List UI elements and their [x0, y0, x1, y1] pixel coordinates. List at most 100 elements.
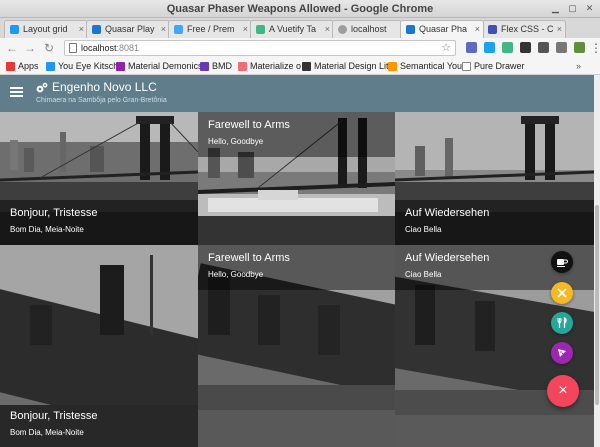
window-controls: ▁ ▢ ✕	[549, 2, 596, 15]
scrollbar-thumb[interactable]	[595, 205, 599, 405]
browser-toolbar: ← → ↻ localhost:8081 ☆ ⋮	[0, 38, 600, 58]
extension-vuetify-icon[interactable]	[466, 42, 477, 53]
apps-icon	[6, 62, 15, 71]
card-caption: Farewell to Arms Hello, Goodbye	[198, 245, 395, 290]
fab-action-utensils[interactable]	[551, 282, 573, 304]
card-auf-wiedersehen[interactable]: Auf Wiedersehen Ciao Bella	[395, 112, 594, 245]
bookmark-bmd[interactable]: BMD	[198, 60, 232, 73]
extension-icon[interactable]	[574, 42, 585, 53]
tab-close-icon[interactable]: ×	[325, 21, 330, 38]
tab-favicon-icon	[10, 25, 19, 34]
coffee-icon	[557, 259, 568, 267]
bookmark-material-design-lite[interactable]: Material Design Lite	[300, 60, 394, 73]
menu-icon[interactable]	[10, 87, 23, 97]
tab-localhost[interactable]: localhost	[332, 20, 402, 38]
back-icon[interactable]: ←	[6, 41, 18, 55]
extension-icon[interactable]	[556, 42, 567, 53]
tab-quasar-phaser[interactable]: Quasar Pha ×	[400, 20, 484, 38]
card-caption: Farewell to Arms Hello, Goodbye	[198, 112, 395, 157]
window-titlebar: Quasar Phaser Weapons Allowed - Google C…	[0, 0, 600, 18]
card-subtitle: Hello, Goodbye	[208, 137, 264, 146]
card-title: Bonjour, Tristesse	[10, 207, 98, 219]
tab-flex-css[interactable]: Flex CSS - C ×	[482, 20, 566, 38]
address-port: :8081	[116, 43, 140, 53]
tab-close-icon[interactable]: ×	[79, 21, 84, 38]
extension-icon[interactable]	[520, 42, 531, 53]
card-caption: Bonjour, Tristesse Bom Dia, Meia-Noite	[0, 405, 198, 447]
tab-label: A Vuetify Ta	[269, 24, 317, 34]
bookmark-pure-drawer[interactable]: Pure Drawer	[460, 60, 525, 73]
tab-label: Flex CSS - C	[501, 24, 554, 34]
extension-twitter-icon[interactable]	[484, 42, 495, 53]
window-title: Quasar Phaser Weapons Allowed - Google C…	[166, 3, 434, 15]
tab-favicon-icon	[338, 25, 347, 34]
tab-quasar-play[interactable]: Quasar Play ×	[86, 20, 170, 38]
bookmark-icon	[116, 62, 125, 71]
bookmark-icon	[302, 62, 311, 71]
tab-vuetify[interactable]: A Vuetify Ta ×	[250, 20, 334, 38]
tab-favicon-icon	[406, 25, 415, 34]
card-subtitle: Ciao Bella	[405, 225, 442, 234]
bookmark-star-icon[interactable]: ☆	[441, 41, 451, 55]
card-title: Bonjour, Tristesse	[10, 410, 98, 422]
fab-action-restaurant[interactable]	[551, 312, 573, 334]
bookmark-material-demonics[interactable]: Material Demonics	[114, 60, 203, 73]
tab-close-icon[interactable]: ×	[557, 21, 562, 38]
fab-action-coffee[interactable]	[551, 251, 573, 273]
bookmark-semantical-you[interactable]: Semantical You	[386, 60, 462, 73]
app-title: Engenho Novo LLC	[52, 80, 157, 94]
close-window-icon[interactable]: ✕	[583, 2, 596, 15]
tab-label: Layout grid	[23, 24, 68, 34]
page-info-icon[interactable]	[69, 43, 77, 53]
app-subtitle: Chimaera na Sambôja pelo Gran-Bretônia	[36, 97, 167, 104]
maximize-icon[interactable]: ▢	[566, 2, 579, 15]
fab-action-pizza[interactable]	[551, 342, 573, 364]
tab-strip: Layout grid × Quasar Play × Free / Prem …	[0, 18, 600, 38]
card-farewell-to-arms[interactable]: Farewell to Arms Hello, Goodbye	[198, 245, 395, 447]
tab-free-prem[interactable]: Free / Prem ×	[168, 20, 252, 38]
card-bonjour-tristesse[interactable]: Bonjour, Tristesse Bom Dia, Meia-Noite	[0, 245, 198, 447]
tab-favicon-icon	[256, 25, 265, 34]
page-viewport: Engenho Novo LLC Chimaera na Sambôja pel…	[0, 75, 594, 447]
card-subtitle: Bom Dia, Meia-Noite	[10, 225, 84, 234]
bookmark-you-eye-kitsch[interactable]: You Eye Kitsch	[44, 60, 118, 73]
page-icon	[462, 62, 471, 71]
tab-label: Free / Prem	[187, 24, 235, 34]
close-icon: ×	[558, 382, 568, 399]
card-title: Auf Wiedersehen	[405, 207, 490, 219]
tab-favicon-icon	[488, 25, 497, 34]
minimize-icon[interactable]: ▁	[549, 2, 562, 15]
tab-layout-grid[interactable]: Layout grid ×	[4, 20, 88, 38]
utensils-crossed-icon	[557, 288, 567, 298]
tab-label: Quasar Pha	[419, 24, 468, 34]
gears-icon	[36, 82, 48, 93]
tab-close-icon[interactable]: ×	[161, 21, 166, 38]
bookmark-apps[interactable]: Apps	[4, 60, 39, 73]
bookmark-icon	[238, 62, 247, 71]
bookmark-icon	[388, 62, 397, 71]
extension-vue-devtools-icon[interactable]	[502, 42, 513, 53]
tab-favicon-icon	[92, 25, 101, 34]
card-bonjour-tristesse[interactable]: Bonjour, Tristesse Bom Dia, Meia-Noite	[0, 112, 198, 245]
bookmarks-bar: Apps You Eye Kitsch Material Demonics BM…	[0, 58, 600, 75]
browser-menu-icon[interactable]: ⋮	[590, 41, 600, 55]
card-subtitle: Hello, Goodbye	[208, 270, 264, 279]
card-farewell-to-arms[interactable]: Farewell to Arms Hello, Goodbye	[198, 112, 395, 245]
fab-main-close-button[interactable]: ×	[547, 375, 579, 407]
card-subtitle: Bom Dia, Meia-Noite	[10, 428, 84, 437]
card-caption: Auf Wiedersehen Ciao Bella	[395, 200, 594, 245]
tab-close-icon[interactable]: ×	[243, 21, 248, 38]
restaurant-icon	[557, 317, 567, 328]
address-bar[interactable]: localhost:8081 ☆	[64, 40, 456, 56]
tab-close-icon[interactable]: ×	[475, 21, 480, 38]
forward-icon[interactable]: →	[24, 41, 36, 55]
bookmarks-overflow-icon[interactable]: »	[576, 60, 581, 73]
page-scrollbar[interactable]	[594, 75, 600, 447]
address-host: localhost	[81, 43, 117, 53]
extension-icon[interactable]	[538, 42, 549, 53]
app-toolbar: Engenho Novo LLC Chimaera na Sambôja pel…	[0, 75, 594, 112]
tab-label: localhost	[351, 24, 387, 34]
bookmark-materialize[interactable]: Materialize o	[236, 60, 301, 73]
reload-icon[interactable]: ↻	[44, 41, 54, 55]
tab-label: Quasar Play	[105, 24, 155, 34]
